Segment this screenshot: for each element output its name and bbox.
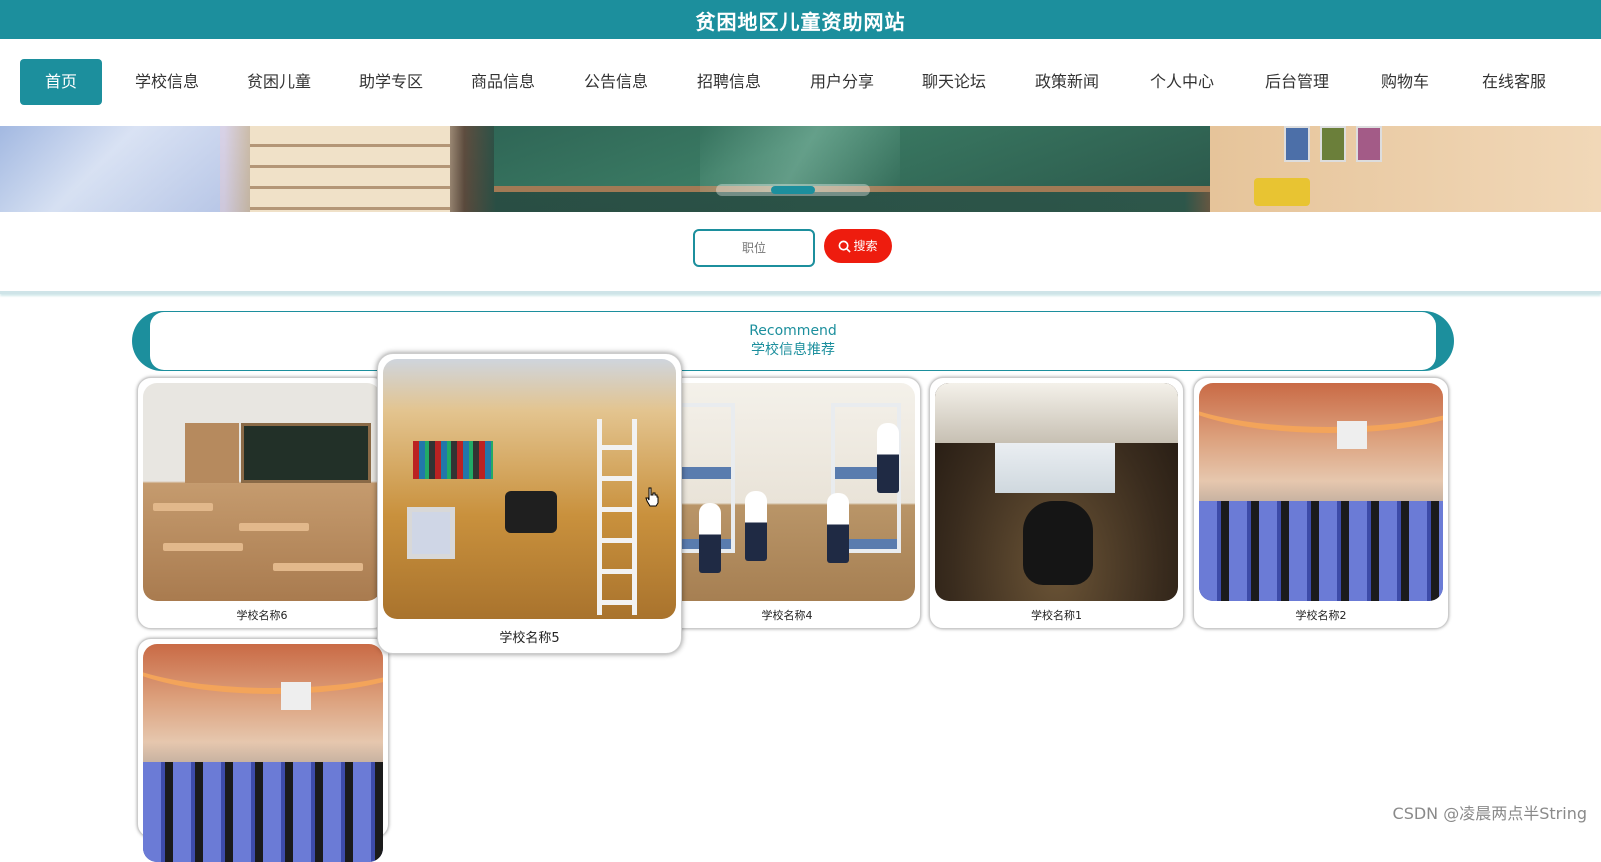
search-area: 搜索 (0, 212, 1601, 294)
nav-item-online-service[interactable]: 在线客服 (1467, 59, 1561, 105)
main-nav: 首页 学校信息 贫困儿童 助学专区 商品信息 公告信息 招聘信息 用户分享 聊天… (0, 39, 1601, 125)
school-card[interactable] (137, 638, 389, 862)
school-card[interactable]: 学校名称6 (137, 377, 387, 629)
school-name[interactable]: 学校名称6 (143, 607, 381, 623)
nav-item-policy-news[interactable]: 政策新闻 (1022, 59, 1112, 105)
school-image[interactable] (143, 383, 381, 601)
recommend-title-cn: 学校信息推荐 (751, 342, 835, 358)
school-card[interactable]: 学校名称1 (929, 377, 1184, 629)
nav-item-forum[interactable]: 聊天论坛 (909, 59, 999, 105)
search-button-label: 搜索 (853, 239, 878, 253)
school-card-hovered[interactable]: 学校名称5 (377, 353, 682, 654)
school-card[interactable]: 学校名称4 (653, 377, 921, 629)
school-image[interactable] (383, 359, 676, 619)
school-image[interactable] (659, 383, 915, 601)
site-title: 贫困地区儿童资助网站 (695, 10, 906, 34)
hand-cursor-icon (645, 487, 659, 507)
school-name[interactable]: 学校名称5 (383, 627, 676, 646)
search-input[interactable] (693, 229, 815, 267)
nav-item-personal-center[interactable]: 个人中心 (1137, 59, 1227, 105)
nav-item-poor-children[interactable]: 贫困儿童 (234, 59, 324, 105)
nav-item-recruitment[interactable]: 招聘信息 (684, 59, 774, 105)
carousel-dot-active[interactable] (771, 186, 815, 194)
nav-item-cart[interactable]: 购物车 (1365, 59, 1445, 105)
school-name[interactable]: 学校名称4 (659, 607, 915, 623)
nav-item-home[interactable]: 首页 (20, 59, 102, 105)
nav-item-user-share[interactable]: 用户分享 (797, 59, 887, 105)
recommend-title-en: Recommend (749, 323, 837, 339)
search-button[interactable]: 搜索 (824, 229, 892, 263)
nav-item-school-info[interactable]: 学校信息 (122, 59, 212, 105)
school-name[interactable]: 学校名称1 (935, 607, 1178, 623)
banner-bookshelf (250, 126, 450, 212)
recommend-header: Recommend 学校信息推荐 (132, 311, 1454, 371)
carousel-indicator[interactable] (716, 184, 870, 196)
nav-item-study-aid[interactable]: 助学专区 (346, 59, 436, 105)
nav-item-announcements[interactable]: 公告信息 (571, 59, 661, 105)
school-image[interactable] (143, 644, 383, 862)
school-card[interactable]: 学校名称2 (1193, 377, 1449, 629)
school-image[interactable] (1199, 383, 1443, 601)
nav-item-products[interactable]: 商品信息 (458, 59, 548, 105)
watermark: CSDN @凌晨两点半String (1392, 804, 1587, 823)
school-image[interactable] (935, 383, 1178, 601)
school-name[interactable]: 学校名称2 (1199, 607, 1443, 623)
search-icon (839, 240, 852, 253)
nav-item-admin[interactable]: 后台管理 (1252, 59, 1342, 105)
banner-window (0, 126, 220, 212)
hero-banner (0, 126, 1601, 212)
top-header-bar: 贫困地区儿童资助网站 (0, 0, 1601, 39)
